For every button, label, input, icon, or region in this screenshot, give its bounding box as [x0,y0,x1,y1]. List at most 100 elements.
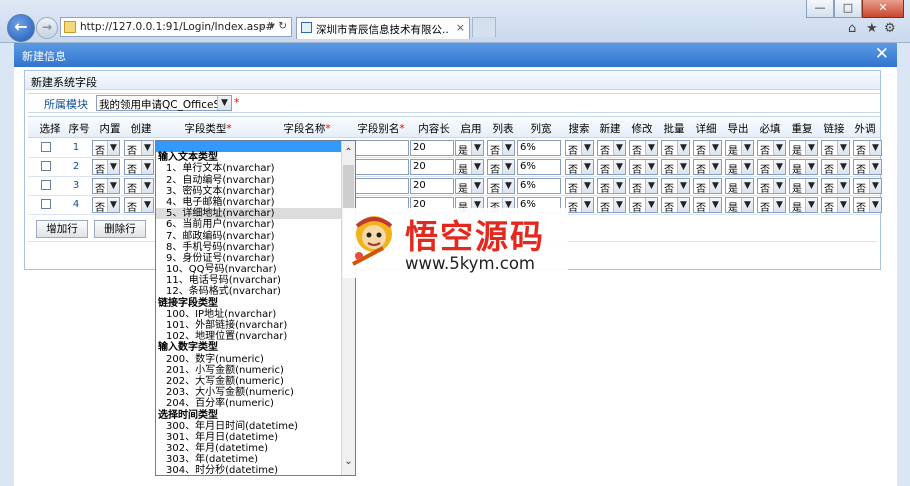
field-type-option[interactable]: 7、邮政编码(nvarchar) [156,231,342,242]
length-input[interactable]: 20 [410,140,454,156]
field-type-option[interactable]: 202、大写金额(numeric) [156,376,342,387]
flag-select[interactable]: 否 ▼ [629,159,658,176]
window-close-button[interactable]: ✕ [862,0,904,18]
width-input[interactable]: 6% [517,159,561,175]
flag-select[interactable]: 是 ▼ [725,197,754,214]
builtin-select[interactable]: 否 ▼ [92,159,120,176]
flag-select[interactable]: 否 ▼ [629,197,658,214]
row-select-checkbox[interactable] [41,199,51,209]
flag-select[interactable]: 否 ▼ [597,178,626,195]
favorites-star-icon[interactable]: ★ [866,21,878,36]
row-select-checkbox[interactable] [41,161,51,171]
scroll-down-icon[interactable]: ⌄ [342,456,355,467]
flag-select[interactable]: 否 ▼ [757,159,786,176]
forward-arrow-icon[interactable]: → [36,17,58,39]
field-type-option[interactable] [156,141,342,153]
flag-select[interactable]: 否 ▼ [821,159,850,176]
field-type-option[interactable]: 9、身份证号(nvarchar) [156,253,342,264]
field-type-option[interactable]: 201、小写金额(numeric) [156,365,342,376]
enable-select[interactable]: 是▼ [455,140,484,157]
home-icon[interactable]: ⌂ [848,21,856,36]
flag-select[interactable]: 是 ▼ [789,140,818,157]
flag-select[interactable]: 否 ▼ [693,197,722,214]
flag-select[interactable]: 否 ▼ [821,197,850,214]
flag-select[interactable]: 否 ▼ [565,197,594,214]
width-input[interactable]: 6% [517,140,561,156]
create-select[interactable]: 否 ▼ [124,197,154,214]
flag-select[interactable]: 否 ▼ [565,178,594,195]
tab-close-icon[interactable]: × [456,21,465,34]
field-type-option[interactable]: 101、外部链接(nvarchar) [156,320,342,331]
list-select[interactable]: 否▼ [487,178,515,195]
width-input[interactable]: 6% [517,178,561,194]
row-select-checkbox[interactable] [41,180,51,190]
flag-select[interactable]: 否 ▼ [661,197,690,214]
flag-select[interactable]: 否 ▼ [821,140,850,157]
field-type-option[interactable]: 5、详细地址(nvarchar) [156,208,342,220]
flag-select[interactable]: 否 ▼ [661,159,690,176]
flag-select[interactable]: 否 ▼ [629,140,658,157]
field-alias-input[interactable] [355,140,409,156]
flag-select[interactable]: 是 ▼ [789,159,818,176]
back-arrow-icon[interactable]: ← [7,14,35,42]
module-select[interactable]: 我的领用申请QC_OfficeSu ▼ [96,95,232,111]
field-type-option[interactable]: 304、时分秒(datetime) [156,465,342,475]
flag-select[interactable]: 否 ▼ [757,178,786,195]
flag-select[interactable]: 是 ▼ [725,178,754,195]
dropdown-scrollbar[interactable]: ⌃ ⌄ [341,141,355,475]
field-type-option[interactable]: 100、IP地址(nvarchar) [156,309,342,320]
field-type-option[interactable]: 102、地理位置(nvarchar) [156,331,342,342]
flag-select[interactable]: 否 ▼ [565,140,594,157]
field-type-option[interactable]: 200、数字(numeric) [156,354,342,365]
flag-select[interactable]: 是 ▼ [725,140,754,157]
field-type-option[interactable]: 8、手机号码(nvarchar) [156,242,342,253]
flag-select[interactable]: 否 ▼ [757,140,786,157]
flag-select[interactable]: 是 ▼ [789,197,818,214]
dialog-close-icon[interactable]: ✕ [875,44,889,64]
new-tab-button[interactable] [472,17,496,37]
minimize-button[interactable]: — [806,0,834,18]
flag-select[interactable]: 否 ▼ [853,140,882,157]
enable-select[interactable]: 是▼ [455,178,484,195]
field-type-option[interactable]: 11、电话号码(nvarchar) [156,275,342,286]
address-tools-icon[interactable]: ⌕ ▾ ↻ [260,20,287,33]
flag-select[interactable]: 否 ▼ [565,159,594,176]
field-type-option[interactable]: 301、年月日(datetime) [156,432,342,443]
flag-select[interactable]: 否 ▼ [597,159,626,176]
flag-select[interactable]: 否 ▼ [853,197,882,214]
flag-select[interactable]: 否 ▼ [853,159,882,176]
row-select-checkbox[interactable] [41,142,51,152]
flag-select[interactable]: 否 ▼ [693,178,722,195]
settings-gear-icon[interactable]: ⚙ [884,21,896,36]
field-type-option[interactable]: 203、大小写金额(numeric) [156,387,342,398]
field-type-option[interactable]: 6、当前用户(nvarchar) [156,219,342,230]
create-select[interactable]: 否 ▼ [124,140,154,157]
field-type-option[interactable]: 12、条码格式(nvarchar) [156,286,342,297]
field-type-option[interactable]: 204、百分率(numeric) [156,398,342,409]
create-select[interactable]: 否 ▼ [124,159,154,176]
flag-select[interactable]: 是 ▼ [725,159,754,176]
field-alias-input[interactable] [355,178,409,194]
length-input[interactable]: 20 [410,159,454,175]
builtin-select[interactable]: 否 ▼ [92,197,120,214]
field-type-option[interactable]: 2、自动编号(nvarchar) [156,175,342,186]
flag-select[interactable]: 是 ▼ [789,178,818,195]
flag-select[interactable]: 否 ▼ [757,197,786,214]
list-select[interactable]: 否▼ [487,159,515,176]
field-type-option[interactable]: 1、单行文本(nvarchar) [156,163,342,174]
field-type-option[interactable]: 4、电子邮箱(nvarchar) [156,197,342,208]
flag-select[interactable]: 否 ▼ [693,159,722,176]
field-type-option[interactable]: 300、年月日时间(datetime) [156,421,342,432]
builtin-select[interactable]: 否 ▼ [92,140,120,157]
browser-tab[interactable]: 深圳市青辰信息技术有限公... × [296,17,470,39]
flag-select[interactable]: 否 ▼ [597,197,626,214]
address-url[interactable]: http://127.0.0.1:91/Login/Index.asp# [80,21,274,33]
flag-select[interactable]: 否 ▼ [693,140,722,157]
length-input[interactable]: 20 [410,178,454,194]
field-type-option[interactable]: 302、年月(datetime) [156,443,342,454]
scrollbar-thumb[interactable] [343,165,354,211]
field-type-option[interactable]: 3、密码文本(nvarchar) [156,186,342,197]
create-select[interactable]: 否 ▼ [124,178,154,195]
scroll-up-icon[interactable]: ⌃ [342,147,355,158]
field-type-option[interactable]: 10、QQ号码(nvarchar) [156,264,342,275]
